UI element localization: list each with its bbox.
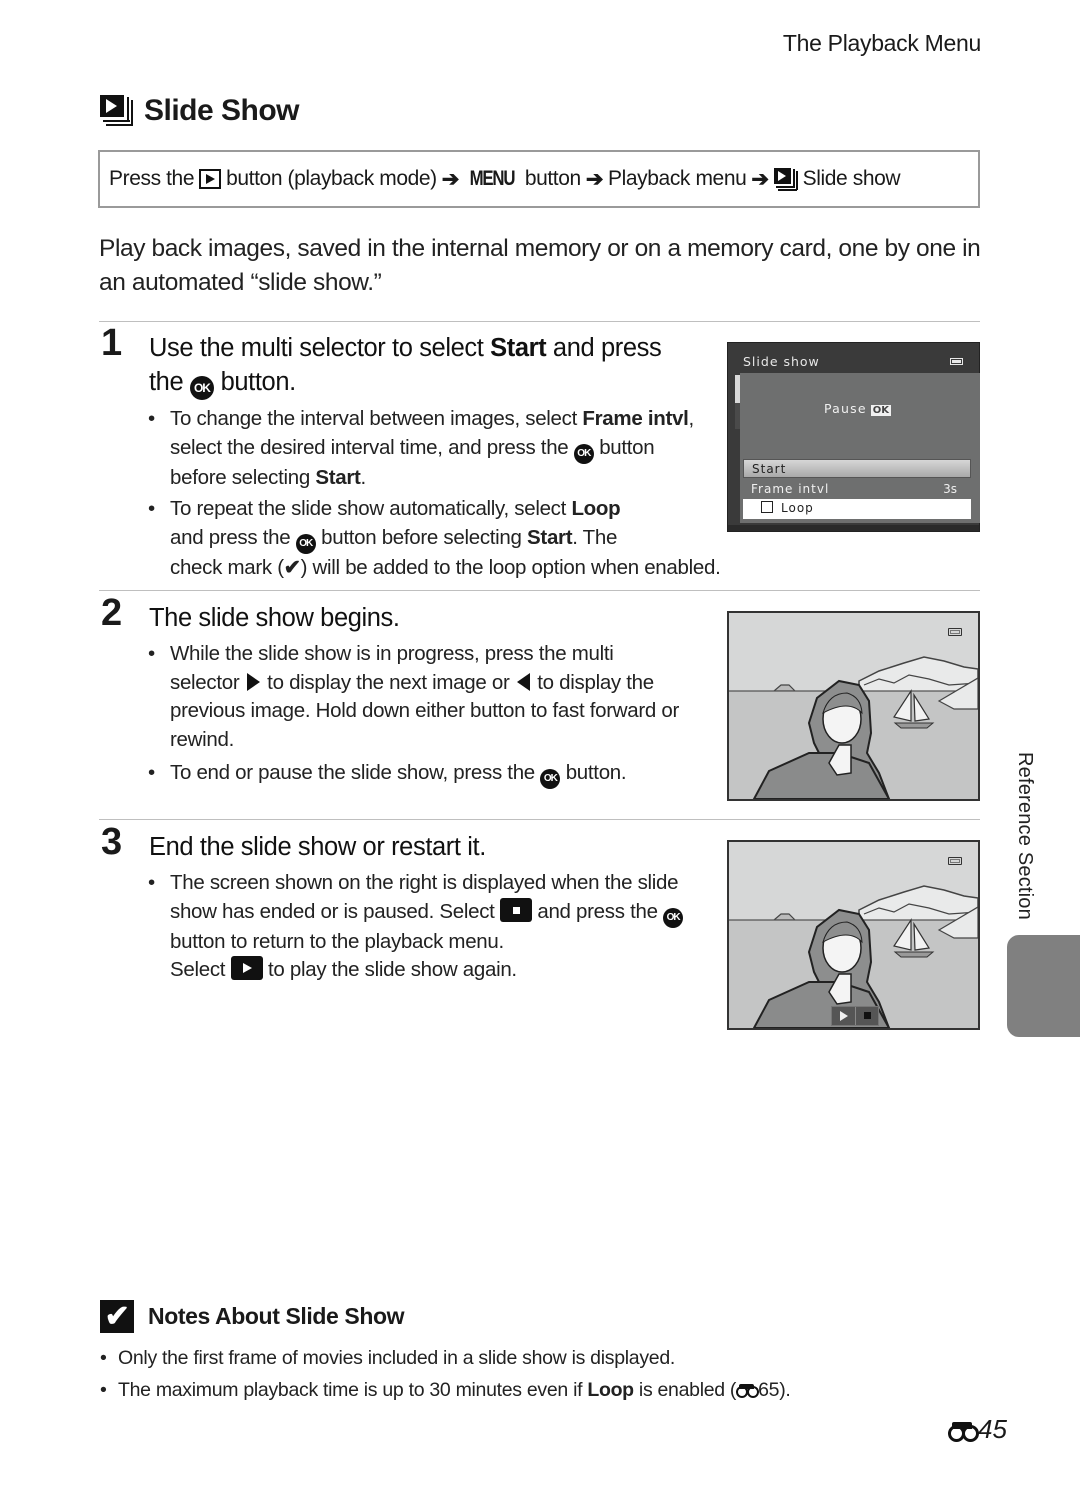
menu-path-step-slide-show: Slide show [802, 167, 901, 190]
divider [99, 590, 980, 591]
step-number: 2 [101, 592, 123, 634]
menu-path-press: Press the [109, 167, 195, 190]
menu-path-step-playback-mode: button (playback mode) [226, 167, 437, 190]
step-number: 1 [101, 322, 123, 364]
ok-button-icon: OK [540, 769, 561, 789]
battery-icon [950, 358, 963, 365]
list-item: To end or pause the slide show, press th… [148, 759, 688, 789]
page-title-text: Slide Show [144, 94, 300, 127]
checkbox-icon[interactable] [761, 501, 773, 513]
running-head: The Playback Menu [782, 30, 981, 56]
sample-photo [729, 613, 978, 799]
battery-icon [948, 628, 962, 636]
menu-path-box: Press the button (playback mode) ➔ MENU … [98, 150, 980, 208]
step-heading-text: button. [213, 368, 297, 396]
page-reference-link[interactable]: 65 [758, 1379, 779, 1401]
page-title: Slide Show [100, 94, 300, 128]
slide-show-icon [773, 167, 798, 191]
ok-button-icon: OK [295, 533, 316, 554]
playback-controls [831, 1006, 879, 1026]
step-number: 3 [101, 821, 123, 863]
step-heading: End the slide show or restart it. [149, 833, 486, 861]
camera-slide-show-menu-screen: Slide show Pause OK Start Frame intvl 3s L… [727, 342, 980, 532]
stop-control-button[interactable] [855, 1007, 878, 1025]
multi-selector-left-icon [516, 672, 530, 691]
divider [99, 321, 980, 322]
notes-heading: ✔ Notes About Slide Show [100, 1300, 405, 1333]
menu-path-step-button: button [524, 167, 581, 190]
list-item: The maximum playback time is up to 30 mi… [100, 1374, 791, 1406]
menu-path-step-playback-menu: Playback menu [608, 167, 747, 190]
scrollbar-thumb [735, 375, 740, 403]
pause-hint: Pause OK [824, 401, 892, 416]
reference-binoculars-icon [736, 1383, 760, 1398]
divider [99, 819, 980, 820]
step-bullets: To change the interval between images, s… [148, 405, 708, 497]
step-heading: Use the multi selector to select Start a… [149, 331, 679, 400]
ok-button-icon: OK [573, 443, 594, 464]
multi-selector-right-icon [246, 672, 260, 691]
menu-button-icon: MENU [469, 167, 516, 190]
notes-heading-text: Notes About Slide Show [148, 1303, 405, 1329]
ok-button-icon: OK [663, 907, 684, 928]
stop-button-icon [499, 897, 532, 922]
step-bullets: To repeat the slide show automatically, … [148, 495, 808, 587]
play-control-button[interactable] [832, 1007, 856, 1025]
step-heading-text: Use the multi selector to select [149, 334, 491, 362]
menu-item-start[interactable]: Start [743, 459, 971, 478]
page-number-text: 45 [978, 1414, 1007, 1444]
play-button-icon [230, 956, 263, 980]
step-bullets: The screen shown on the right is display… [148, 869, 688, 990]
intro-paragraph: Play back images, saved in the internal … [99, 235, 981, 296]
camera-menu-title: Slide show [743, 354, 820, 369]
slide-show-paused-screen [727, 840, 980, 1030]
section-tab-label: Reference Section [1014, 752, 1036, 920]
menu-item-frame-intvl[interactable]: Frame intvl 3s [743, 480, 971, 499]
slide-show-icon [100, 95, 134, 127]
frame-intvl-value: 3s [943, 482, 957, 496]
ok-icon: OK [870, 405, 892, 416]
check-mark-icon: ✔ [283, 555, 301, 579]
arrow-right-icon: ➔ [585, 167, 604, 191]
playback-button-icon [199, 169, 222, 189]
battery-icon [948, 857, 962, 865]
menu-item-loop[interactable]: Loop [743, 499, 971, 519]
section-tab[interactable] [1007, 935, 1080, 1037]
notes-list: Only the first frame of movies included … [100, 1342, 791, 1406]
arrow-right-icon: ➔ [441, 167, 460, 191]
list-item: While the slide show is in progress, pre… [148, 640, 688, 754]
sample-photo [729, 842, 978, 1028]
check-note-icon: ✔ [100, 1300, 134, 1333]
page-number: 45 [948, 1414, 1007, 1445]
list-item: The screen shown on the right is display… [148, 869, 688, 985]
step-heading: The slide show begins. [149, 604, 400, 632]
step-bullets: While the slide show is in progress, pre… [148, 640, 688, 794]
list-item: Only the first frame of movies included … [100, 1342, 791, 1374]
reference-binoculars-icon [948, 1420, 979, 1442]
list-item: To repeat the slide show automatically, … [148, 495, 808, 582]
ok-button-icon: OK [189, 376, 214, 400]
step-heading-bold: Start [490, 334, 547, 362]
arrow-right-icon: ➔ [751, 167, 769, 191]
list-item: To change the interval between images, s… [148, 405, 708, 492]
slide-show-playback-screen [727, 611, 980, 801]
